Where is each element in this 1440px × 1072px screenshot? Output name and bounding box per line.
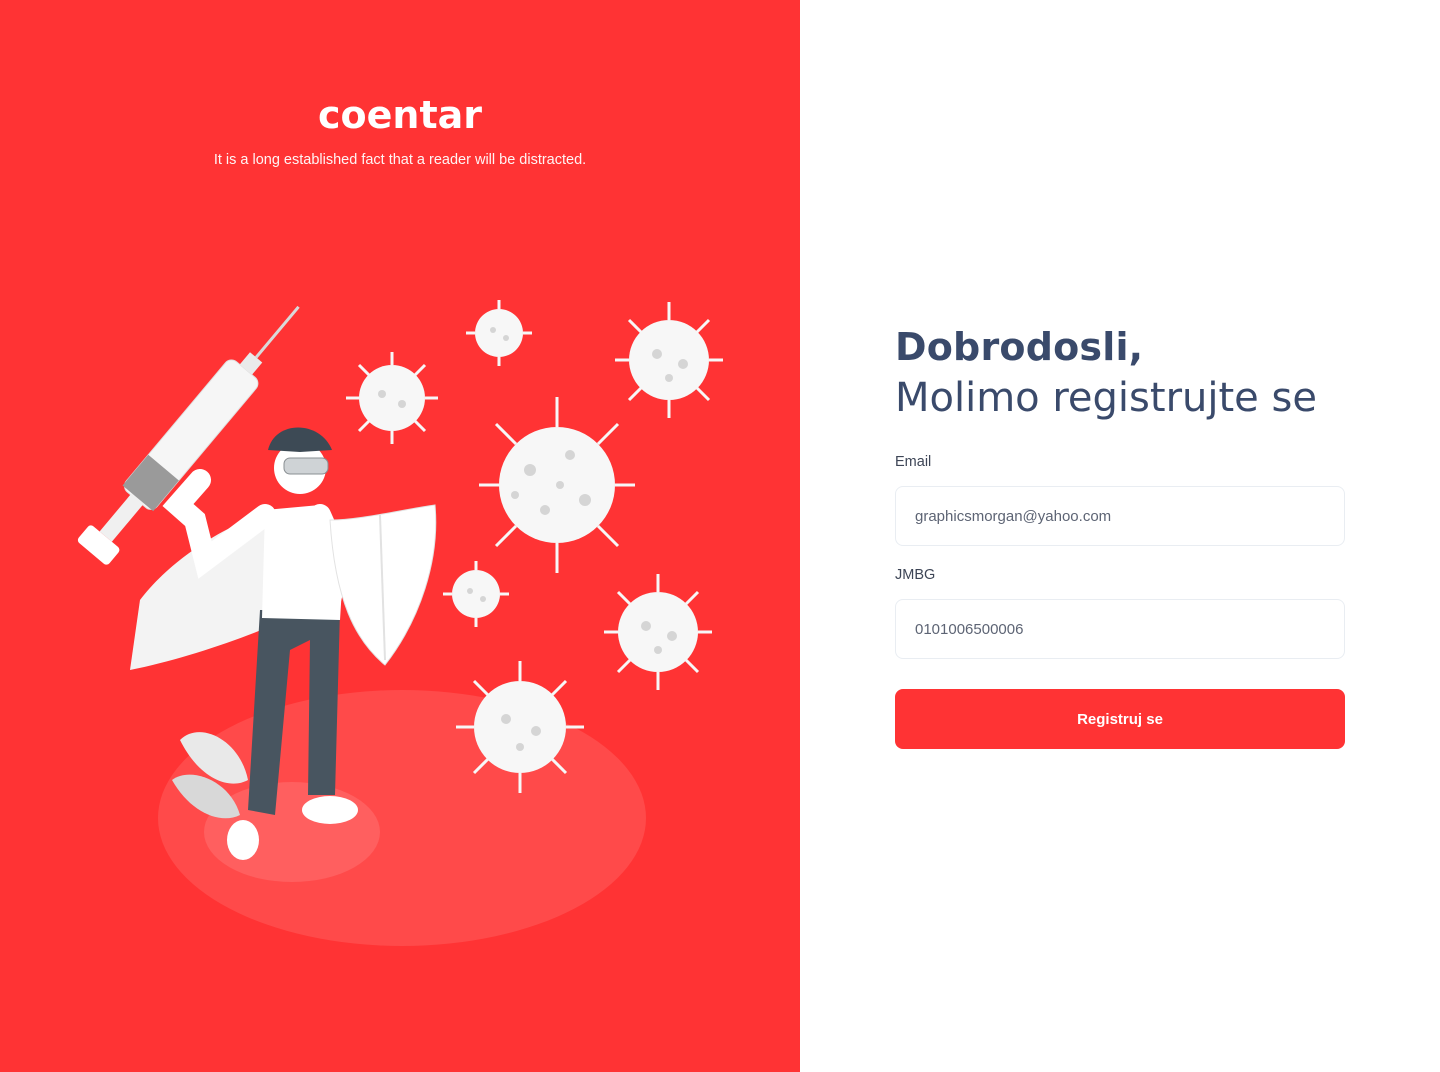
brand-logo-text: coentar xyxy=(317,93,482,137)
virus-icon xyxy=(346,352,438,444)
email-field[interactable] xyxy=(895,486,1345,546)
virus-icon xyxy=(615,302,723,418)
virus-icon xyxy=(443,561,509,627)
doctor-virus-illustration xyxy=(77,300,723,946)
virus-icon-large xyxy=(479,397,635,573)
greeting-heading: Dobrodosli, xyxy=(895,325,1144,369)
virus-icon xyxy=(604,574,712,690)
jmbg-label: JMBG xyxy=(895,567,936,583)
brand-logo: coentar xyxy=(0,92,800,138)
virus-icon xyxy=(466,300,532,366)
virus-icon xyxy=(456,661,584,793)
jmbg-field[interactable] xyxy=(895,599,1345,659)
email-label: Email xyxy=(895,454,932,470)
register-button[interactable]: Registruj se xyxy=(895,689,1345,749)
brand-tagline: It is a long established fact that a rea… xyxy=(213,152,587,168)
hero-panel: coentar It is a long established fact th… xyxy=(0,0,800,1072)
register-subtitle: Molimo registrujte se xyxy=(895,375,1317,421)
register-panel: Dobrodosli, Molimo registrujte se Email … xyxy=(800,0,1440,1072)
